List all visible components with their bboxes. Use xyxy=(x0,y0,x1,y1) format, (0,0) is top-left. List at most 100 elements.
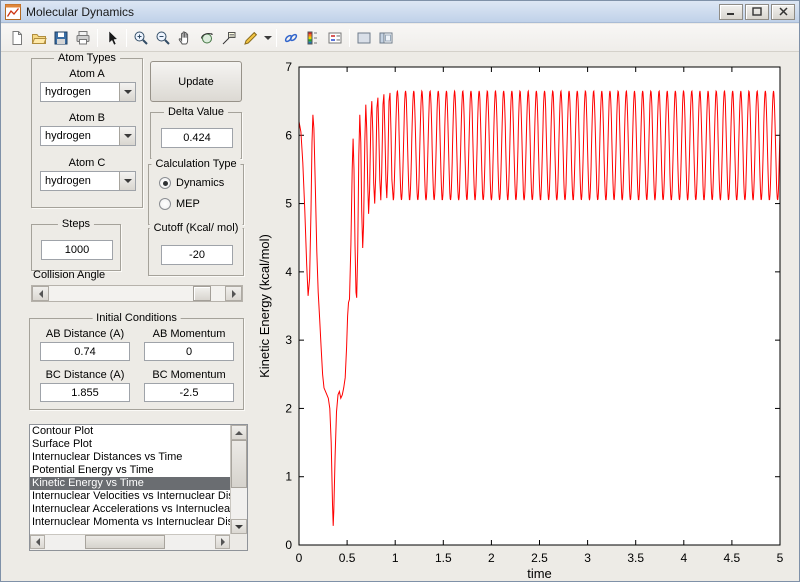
toolbar-separator xyxy=(126,29,127,47)
pan-button[interactable] xyxy=(174,27,196,49)
scroll-up-button[interactable] xyxy=(231,425,247,440)
ab-distance-field[interactable] xyxy=(40,342,130,361)
toolbar-separator xyxy=(276,29,277,47)
list-item-potential-energy[interactable]: Potential Energy vs Time xyxy=(30,464,230,477)
colorbar-icon xyxy=(305,30,321,46)
list-item-kinetic-energy-selected[interactable]: Kinetic Energy vs Time xyxy=(30,477,230,490)
open-file-button[interactable] xyxy=(28,27,50,49)
listbox-vertical-scrollbar[interactable] xyxy=(230,425,247,534)
radio-mep[interactable]: MEP xyxy=(159,198,200,210)
save-figure-button[interactable] xyxy=(50,27,72,49)
zoom-out-button[interactable] xyxy=(152,27,174,49)
slider-left-arrow-button[interactable] xyxy=(32,286,49,301)
collision-angle-slider-thumb[interactable] xyxy=(193,286,211,301)
svg-text:0: 0 xyxy=(296,551,303,565)
calculation-type-panel: Calculation Type Dynamics MEP xyxy=(148,164,244,225)
close-button[interactable] xyxy=(771,4,795,20)
steps-field[interactable] xyxy=(41,240,113,260)
atom-a-label: Atom A xyxy=(32,68,142,80)
arrow-up-icon xyxy=(235,431,243,435)
rotate-3d-button[interactable] xyxy=(196,27,218,49)
toolbar-separator xyxy=(97,29,98,47)
link-chain-icon xyxy=(283,30,299,46)
minimize-icon xyxy=(726,7,736,16)
arrow-left-icon xyxy=(39,290,43,298)
svg-text:3.5: 3.5 xyxy=(627,551,644,565)
radio-selected-icon xyxy=(159,177,171,189)
radio-mep-label: MEP xyxy=(176,198,200,210)
bc-distance-field[interactable] xyxy=(40,383,130,402)
atom-a-dropdown[interactable]: hydrogen xyxy=(40,82,136,102)
pan-hand-icon xyxy=(177,30,193,46)
collision-angle-slider[interactable] xyxy=(31,285,243,302)
bc-distance-label: BC Distance (A) xyxy=(38,369,132,381)
radio-dynamics[interactable]: Dynamics xyxy=(159,177,224,189)
list-item-surface-plot[interactable]: Surface Plot xyxy=(30,438,230,451)
link-plot-button[interactable] xyxy=(280,27,302,49)
show-plot-tools-icon xyxy=(378,30,394,46)
ab-momentum-field[interactable] xyxy=(144,342,234,361)
atom-c-value: hydrogen xyxy=(45,175,91,187)
new-figure-button[interactable] xyxy=(6,27,28,49)
brush-icon xyxy=(243,30,259,46)
atom-a-dropdown-button[interactable] xyxy=(119,83,135,101)
hide-plot-tools-icon xyxy=(356,30,372,46)
steps-panel: Steps xyxy=(31,224,121,271)
scroll-right-button[interactable] xyxy=(215,535,230,549)
insert-legend-button[interactable] xyxy=(324,27,346,49)
scroll-down-button[interactable] xyxy=(231,519,247,534)
title-bar: Molecular Dynamics xyxy=(1,1,799,23)
maximize-button[interactable] xyxy=(745,4,769,20)
svg-text:4.5: 4.5 xyxy=(724,551,741,565)
insert-colorbar-button[interactable] xyxy=(302,27,324,49)
delta-value-field[interactable] xyxy=(161,128,233,148)
radio-dynamics-label: Dynamics xyxy=(176,177,224,189)
pointer-arrow-icon xyxy=(104,30,120,46)
atom-b-dropdown[interactable]: hydrogen xyxy=(40,126,136,146)
brush-dropdown-button[interactable] xyxy=(262,27,273,49)
show-plot-tools-button[interactable] xyxy=(375,27,397,49)
rotate-3d-icon xyxy=(199,30,215,46)
print-figure-button[interactable] xyxy=(72,27,94,49)
initial-conditions-legend: Initial Conditions xyxy=(92,312,181,324)
atom-a-value: hydrogen xyxy=(45,86,91,98)
window-title: Molecular Dynamics xyxy=(26,5,134,19)
chevron-down-icon xyxy=(124,90,132,94)
svg-text:Kinetic Energy (kcal/mol): Kinetic Energy (kcal/mol) xyxy=(257,234,272,378)
vertical-scroll-thumb[interactable] xyxy=(231,440,247,488)
initial-conditions-panel: Initial Conditions AB Distance (A) AB Mo… xyxy=(29,318,244,410)
scroll-left-button[interactable] xyxy=(30,535,45,549)
list-item-internuclear-distances[interactable]: Internuclear Distances vs Time xyxy=(30,451,230,464)
update-button[interactable]: Update xyxy=(150,61,242,102)
hide-plot-tools-button[interactable] xyxy=(353,27,375,49)
edit-plot-button[interactable] xyxy=(101,27,123,49)
zoom-in-icon xyxy=(133,30,149,46)
plot-type-list: Contour Plot Surface Plot Internuclear D… xyxy=(30,425,230,533)
list-item-internuclear-momenta[interactable]: Internuclear Momenta vs Internuclear Dis… xyxy=(30,516,230,529)
brush-data-button[interactable] xyxy=(240,27,262,49)
arrow-right-icon xyxy=(221,538,225,546)
list-item-internuclear-accelerations[interactable]: Internuclear Accelerations vs Internucle… xyxy=(30,503,230,516)
list-item-contour-plot[interactable]: Contour Plot xyxy=(30,425,230,438)
slider-right-arrow-button[interactable] xyxy=(225,286,242,301)
data-cursor-button[interactable] xyxy=(218,27,240,49)
new-file-icon xyxy=(9,30,25,46)
plot-type-listbox: Contour Plot Surface Plot Internuclear D… xyxy=(29,424,248,551)
ab-distance-label: AB Distance (A) xyxy=(38,328,132,340)
ab-momentum-label: AB Momentum xyxy=(142,328,236,340)
kinetic-energy-chart[interactable]: 00.511.522.533.544.5501234567timeKinetic… xyxy=(256,53,796,579)
zoom-in-button[interactable] xyxy=(130,27,152,49)
horizontal-scroll-thumb[interactable] xyxy=(85,535,165,549)
zoom-out-icon xyxy=(155,30,171,46)
list-item-internuclear-velocities[interactable]: Internuclear Velocities vs Internuclear … xyxy=(30,490,230,503)
svg-text:1: 1 xyxy=(392,551,399,565)
bc-momentum-field[interactable] xyxy=(144,383,234,402)
atom-b-dropdown-button[interactable] xyxy=(119,127,135,145)
cutoff-field[interactable] xyxy=(161,245,233,265)
svg-text:1: 1 xyxy=(285,470,292,484)
minimize-button[interactable] xyxy=(719,4,743,20)
atom-c-dropdown[interactable]: hydrogen xyxy=(40,171,136,191)
svg-text:5: 5 xyxy=(777,551,784,565)
atom-c-dropdown-button[interactable] xyxy=(119,172,135,190)
listbox-horizontal-scrollbar[interactable] xyxy=(30,534,230,550)
